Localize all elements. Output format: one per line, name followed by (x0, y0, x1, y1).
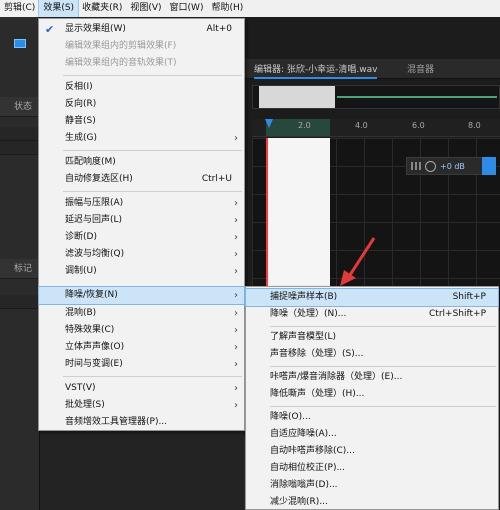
menu-separator (63, 376, 242, 377)
menu-item-declicker[interactable]: 咔嗒声/爆音消除器（处理）(E)... (246, 369, 498, 386)
noise-reduction-submenu: 捕捉噪声样本(B) Shift+P 降噪（处理）(N)... Ctrl+Shif… (245, 286, 499, 510)
menu-item-edit-clip-effects: 编辑效果组内的剪辑效果(F) (65, 41, 177, 51)
chevron-right-icon: › (234, 232, 238, 243)
menu-item-modulation[interactable]: 调制(U) › (39, 263, 244, 280)
menu-separator (63, 75, 242, 76)
chevron-right-icon: › (234, 308, 238, 319)
volume-readout: +0 dB (440, 161, 465, 171)
chevron-right-icon: › (234, 266, 238, 277)
menu-item-learn-sound-model[interactable]: 了解声音模型(L) (246, 329, 498, 346)
menu-separator (63, 191, 242, 192)
menu-effects[interactable]: 效果(S) (38, 0, 80, 18)
menu-item-capture-noise-print[interactable]: 捕捉噪声样本(B) Shift+P (245, 288, 499, 307)
menu-item-batch[interactable]: 批处理(S) › (39, 397, 244, 414)
menu-item-silence[interactable]: 静音(S) (39, 113, 244, 130)
menu-item-time-pitch[interactable]: 时间与变调(E) › (39, 356, 244, 373)
ruler-tick: 4.0 (355, 121, 368, 130)
menu-item-hiss-reduction[interactable]: 降低嘶声（处理）(H)... (246, 386, 498, 403)
menu-item-noise-reduction[interactable]: 降噪/恢复(N) › (38, 286, 245, 305)
menu-item-plugin-manager[interactable]: 音频增效工具管理器(P)... (39, 414, 244, 431)
menu-item-dehummer[interactable]: 消除嗡嗡声(D)... (246, 477, 498, 494)
status-tab[interactable]: 状态 (0, 97, 40, 117)
markers-tab[interactable]: 标记 (0, 259, 40, 279)
menu-item-auto-heal[interactable]: 自动修复选区(H) Ctrl+U (39, 171, 244, 188)
ruler-tick: 8.0 (468, 121, 481, 130)
menu-item-sound-remover[interactable]: 声音移除（处理）(S)... (246, 346, 498, 363)
pin-icon[interactable] (482, 157, 496, 175)
menu-favorites[interactable]: 收藏夹(R) (78, 0, 126, 17)
annotation-arrow-icon (340, 237, 376, 286)
overview-wave (337, 96, 497, 98)
workspace-icon[interactable] (14, 39, 26, 48)
chevron-right-icon: › (234, 342, 238, 353)
menu-item-filter-eq[interactable]: 滤波与均衡(Q) › (39, 246, 244, 263)
menu-item-reverse[interactable]: 反向(R) (39, 96, 244, 113)
menu-item-auto-phase[interactable]: 自动相位校正(P)... (246, 460, 498, 477)
editor-tabbar: 编辑器: 张欣-小幸运-清唱.wav 混音器 (244, 59, 500, 79)
chevron-right-icon: › (234, 290, 238, 301)
menu-window[interactable]: 窗口(W) (166, 0, 208, 17)
menubar: 剪辑(C) 效果(S) 收藏夹(R) 视图(V) 窗口(W) 帮助(H) (0, 0, 500, 18)
ruler-tick: 6.0 (412, 121, 425, 130)
menu-item-reverb[interactable]: 混响(B) › (39, 305, 244, 322)
chevron-right-icon: › (234, 400, 238, 411)
left-panel: 状态 标记 (0, 17, 40, 510)
menu-item-diagnostics[interactable]: 诊断(D) › (39, 229, 244, 246)
menu-separator (270, 326, 496, 327)
overview-selection[interactable] (259, 86, 335, 108)
menu-item-amplitude[interactable]: 振幅与压限(A) › (39, 195, 244, 212)
menu-item-vst[interactable]: VST(V) › (39, 380, 244, 397)
menu-item-invert[interactable]: 反相(I) (39, 79, 244, 96)
menu-separator (270, 366, 496, 367)
menu-help[interactable]: 帮助(H) (207, 0, 247, 17)
menu-item-edit-track-effects: 编辑效果组内的音轨效果(T) (65, 58, 177, 68)
menu-clip[interactable]: 剪辑(C) (0, 0, 39, 17)
menu-item-noise-reduction-process[interactable]: 降噪（处理）(N)... Ctrl+Shift+P (246, 306, 498, 323)
level-bars-icon (411, 162, 421, 170)
menu-item-auto-click-remover[interactable]: 自动咔嗒声移除(C)... (246, 443, 498, 460)
panel-row (0, 127, 40, 141)
checkmark-icon: ✔ (45, 23, 55, 36)
menu-item-delay-echo[interactable]: 延迟与回声(L) › (39, 212, 244, 229)
chevron-right-icon: › (234, 133, 238, 144)
effects-menu: ✔ 显示效果组(W) Alt+0 编辑效果组内的剪辑效果(F) 编辑效果组内的音… (38, 18, 245, 431)
menu-separator (63, 150, 242, 151)
volume-knob-icon[interactable] (425, 160, 436, 172)
chevron-right-icon: › (234, 325, 238, 336)
menu-view[interactable]: 视图(V) (126, 0, 165, 17)
menu-item-reduce-reverb[interactable]: 减少混响(R)... (246, 494, 498, 510)
waveform-overview[interactable] (252, 85, 500, 109)
menu-item-generate[interactable]: 生成(G) › (39, 130, 244, 147)
menu-item-special[interactable]: 特殊效果(C) › (39, 322, 244, 339)
chevron-right-icon: › (234, 198, 238, 209)
chevron-right-icon: › (234, 359, 238, 370)
ruler-tick: 2.0 (298, 121, 311, 130)
panel-row (0, 141, 40, 155)
menu-separator (270, 406, 496, 407)
menu-item-adaptive-noise[interactable]: 自适应降噪(A)... (246, 426, 498, 443)
menu-item-denoise[interactable]: 降噪(O)... (246, 409, 498, 426)
chevron-right-icon: › (234, 383, 238, 394)
panel-row (0, 295, 40, 309)
menu-item-show-effects-rack[interactable]: ✔ 显示效果组(W) Alt+0 (39, 21, 244, 38)
menu-item-match-loudness[interactable]: 匹配响度(M) (39, 154, 244, 171)
chevron-right-icon: › (234, 215, 238, 226)
menu-item-stereo[interactable]: 立体声声像(O) › (39, 339, 244, 356)
volume-hud[interactable]: +0 dB (406, 157, 486, 175)
tab-editor[interactable]: 编辑器: 张欣-小幸运-清唱.wav (254, 62, 378, 79)
tab-mixer[interactable]: 混音器 (407, 62, 434, 75)
timeline-ruler[interactable]: 2.0 4.0 6.0 8.0 (252, 119, 500, 137)
chevron-right-icon: › (234, 249, 238, 260)
